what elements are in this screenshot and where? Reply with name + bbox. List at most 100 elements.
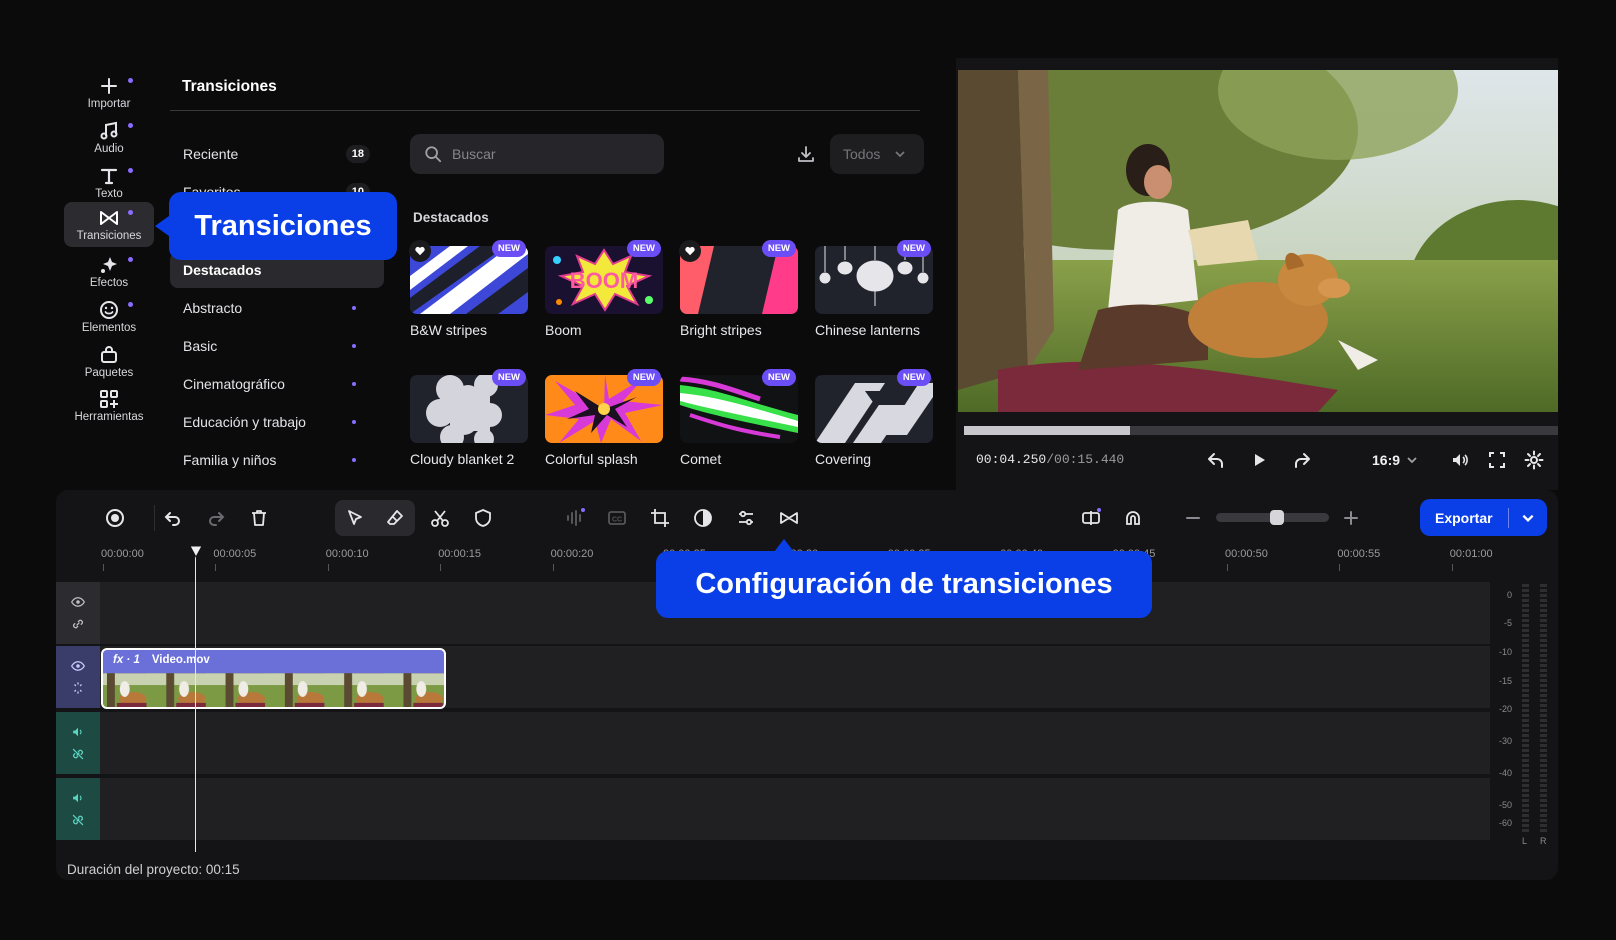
category-abstract[interactable]: Abstracto <box>170 290 384 326</box>
category-count: 18 <box>345 145 370 163</box>
new-badge: NEW <box>491 240 526 257</box>
speaker-icon[interactable] <box>71 725 85 739</box>
search-input[interactable] <box>452 146 642 162</box>
snap-magnet-icon[interactable] <box>1118 503 1148 533</box>
transition-tile-colorful-splash[interactable]: NEW Colorful splash <box>545 369 663 467</box>
eraser-icon[interactable] <box>380 503 410 533</box>
track-audio-2[interactable] <box>100 778 1490 840</box>
category-family-kids[interactable]: Familia y niños <box>170 442 384 478</box>
category-label: Familia y niños <box>183 452 277 468</box>
crop-icon[interactable] <box>645 503 675 533</box>
meter-db-label: -5 <box>1503 618 1512 628</box>
scissors-icon[interactable] <box>425 503 455 533</box>
ruler-tick <box>215 564 217 571</box>
sidebar-item-label: Elementos <box>81 321 137 334</box>
select-cursor-icon[interactable] <box>340 503 370 533</box>
chevron-down-icon[interactable] <box>1521 511 1535 525</box>
color-adjust-icon[interactable] <box>688 503 718 533</box>
category-label: Basic <box>183 338 218 354</box>
callout-transitions: Transiciones <box>155 192 397 260</box>
chevron-down-icon <box>894 148 906 160</box>
favorite-heart-icon[interactable] <box>679 240 701 262</box>
filter-dropdown[interactable]: Todos <box>830 134 924 174</box>
new-dot <box>128 257 133 262</box>
transition-settings-icon[interactable] <box>774 503 804 533</box>
sidebar-item-packages[interactable]: Paquetes <box>64 339 154 384</box>
sliders-icon[interactable] <box>731 503 761 533</box>
meter-db-label: -60 <box>1498 818 1512 828</box>
track-audio-1[interactable] <box>100 712 1490 774</box>
unlink-icon[interactable] <box>71 813 85 827</box>
favorite-heart-icon[interactable] <box>409 240 431 262</box>
video-clip[interactable]: fx · 1 Video.mov <box>101 648 446 709</box>
sidebar-item-text[interactable]: Texto <box>64 160 154 205</box>
sidebar-item-effects[interactable]: Efectos <box>64 249 154 294</box>
audio-detach-icon[interactable] <box>1076 503 1106 533</box>
new-dot <box>352 382 356 386</box>
fullscreen-icon[interactable] <box>1487 450 1509 472</box>
ruler-tick <box>1451 564 1453 571</box>
sidebar-item-transitions[interactable]: Transiciones <box>64 202 154 247</box>
undo-icon[interactable] <box>158 503 188 533</box>
sidebar-item-elements[interactable]: Elementos <box>64 294 154 339</box>
category-cinematic[interactable]: Cinematográfico <box>170 366 384 402</box>
playhead-handle[interactable] <box>189 545 203 559</box>
marker-shield-icon[interactable] <box>468 503 498 533</box>
audio-wave-icon[interactable] <box>560 503 590 533</box>
record-icon[interactable] <box>100 503 130 533</box>
zoom-slider-handle[interactable] <box>1270 510 1285 525</box>
transition-icon <box>99 208 119 228</box>
meter-channel-bar <box>1522 584 1529 832</box>
transition-tile-boom[interactable]: BOOM NEW Boom <box>545 240 663 338</box>
transition-name: Comet <box>680 451 722 467</box>
speaker-icon[interactable] <box>71 791 85 805</box>
play-icon[interactable] <box>1249 450 1271 472</box>
link-icon[interactable] <box>71 617 85 631</box>
forward-icon[interactable] <box>1292 450 1314 472</box>
rewind-icon[interactable] <box>1206 450 1228 472</box>
transition-tile-comet[interactable]: NEW Comet <box>680 369 798 467</box>
category-basic[interactable]: Basic <box>170 328 384 364</box>
text-icon <box>99 166 119 186</box>
search-box[interactable] <box>410 134 664 174</box>
transition-tile-bright-stripes[interactable]: NEW Bright stripes <box>679 240 798 338</box>
sidebar-item-tools[interactable]: Herramientas <box>64 383 154 428</box>
category-education-work[interactable]: Educación y trabajo <box>170 404 384 440</box>
new-badge: NEW <box>626 369 661 386</box>
sidebar-item-label: Efectos <box>89 276 129 289</box>
delete-icon[interactable] <box>244 503 274 533</box>
captions-icon[interactable]: CC <box>602 503 632 533</box>
new-badge: NEW <box>761 369 796 386</box>
tools-grid-icon <box>99 389 119 409</box>
ruler-tick <box>327 564 329 571</box>
download-icon[interactable] <box>796 144 818 166</box>
eye-icon[interactable] <box>71 595 85 609</box>
aspect-ratio-dropdown[interactable]: 16:9 <box>1372 452 1418 468</box>
filter-value: Todos <box>843 146 881 162</box>
new-dot <box>128 168 133 173</box>
redo-icon[interactable] <box>201 503 231 533</box>
zoom-out-icon[interactable] <box>1178 503 1208 533</box>
meter-channel-label: R <box>1540 836 1547 846</box>
meter-db-label: -15 <box>1498 676 1512 686</box>
export-button[interactable]: Exportar <box>1420 499 1547 536</box>
transition-tile-covering[interactable]: NEW Covering <box>815 369 933 467</box>
callout-transition-settings: Configuración de transiciones <box>656 539 1152 618</box>
transition-tile-bw-stripes[interactable]: NEW B&W stripes <box>409 240 528 338</box>
sidebar-item-audio[interactable]: Audio <box>64 115 154 160</box>
ruler-tick <box>1339 564 1341 571</box>
unlink-icon[interactable] <box>71 747 85 761</box>
transition-tile-cloudy-blanket-2[interactable]: NEW Cloudy blanket 2 <box>410 369 528 467</box>
eye-icon[interactable] <box>71 659 85 673</box>
ruler-time-label: 00:00:00 <box>101 548 144 560</box>
sidebar-item-import[interactable]: Importar <box>64 70 154 115</box>
sparkle-icon <box>99 255 119 275</box>
video-preview[interactable] <box>958 70 1558 412</box>
unlink-icon[interactable] <box>71 681 85 695</box>
transition-tile-chinese-lanterns[interactable]: NEW Chinese lanterns <box>815 240 933 338</box>
volume-icon[interactable] <box>1450 450 1472 472</box>
new-badge: NEW <box>761 240 796 257</box>
settings-gear-icon[interactable] <box>1524 450 1546 472</box>
category-recent[interactable]: Reciente 18 <box>170 136 384 172</box>
zoom-in-icon[interactable] <box>1336 503 1366 533</box>
